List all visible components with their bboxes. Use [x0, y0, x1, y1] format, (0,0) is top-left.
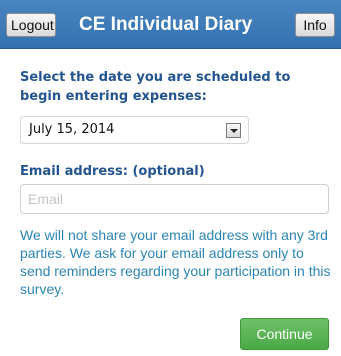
privacy-note: We will not share your email address wit…: [20, 227, 331, 297]
date-select-label: Select the date you are scheduled to beg…: [20, 70, 291, 104]
info-button[interactable]: Info: [295, 13, 335, 37]
email-input[interactable]: [20, 184, 329, 214]
email-label: Email address: (optional): [20, 164, 205, 179]
date-select-value: July 15, 2014: [29, 122, 115, 137]
app-header: Logout CE Individual Diary Info: [0, 0, 341, 49]
logout-button[interactable]: Logout: [6, 13, 56, 37]
continue-button[interactable]: Continue: [240, 318, 329, 350]
date-select[interactable]: July 15, 2014: [20, 116, 249, 144]
dropdown-arrow-icon[interactable]: [226, 123, 241, 138]
page-title: CE Individual Diary: [79, 14, 253, 35]
